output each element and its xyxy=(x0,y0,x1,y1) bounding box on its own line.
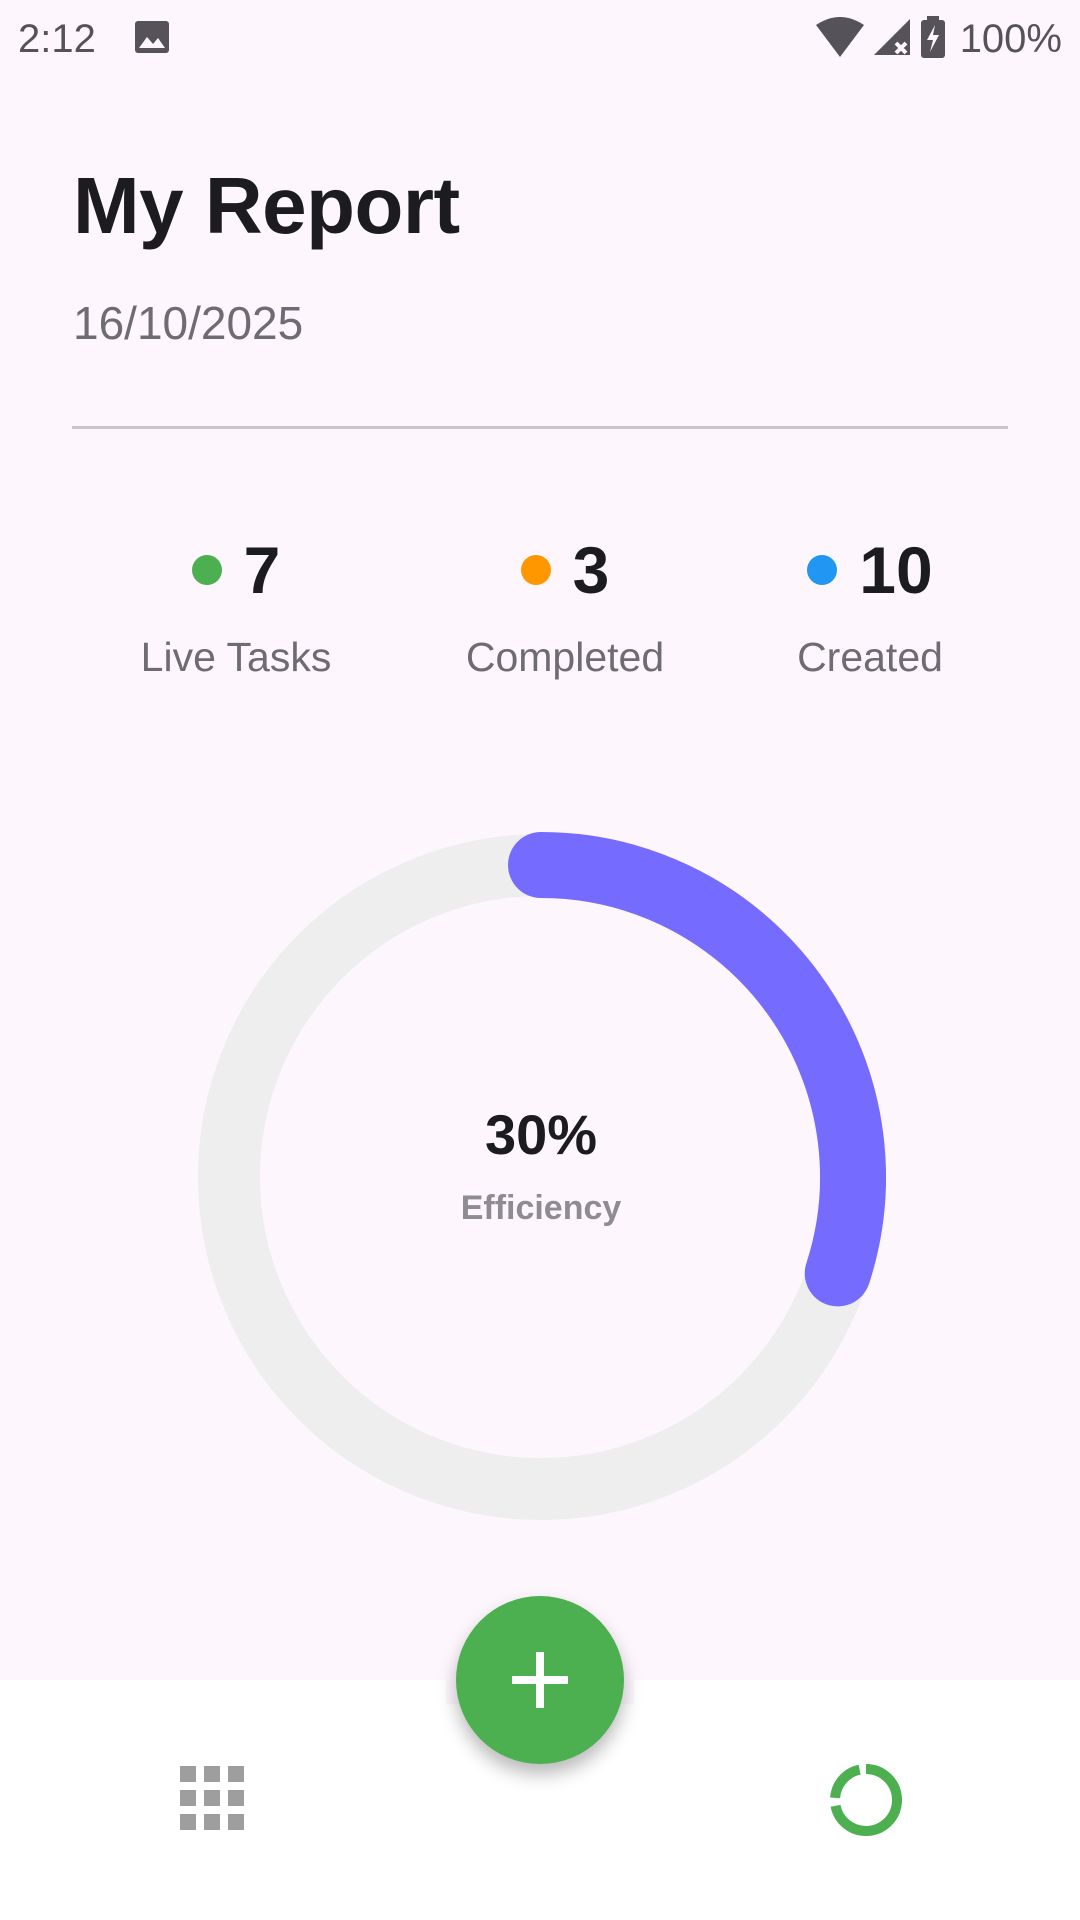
completed-dot-icon xyxy=(520,555,551,585)
signal-icon xyxy=(872,17,912,62)
efficiency-label: Efficiency xyxy=(460,1189,622,1227)
battery-charging-icon xyxy=(920,15,946,63)
efficiency-chart: 30% Efficiency xyxy=(196,832,886,1522)
report-date: 16/10/2025 xyxy=(73,297,304,349)
stat-label: Live Tasks xyxy=(140,634,332,680)
header-divider xyxy=(72,426,1008,429)
report-donut-icon[interactable] xyxy=(828,1762,904,1838)
status-bar: 2:12 100% xyxy=(0,0,1080,78)
stat-value: 10 xyxy=(859,533,933,607)
stat-completed: 3 Completed xyxy=(435,530,695,681)
report-screen: 2:12 100% My Report 16/10/2025 7 Live Ta… xyxy=(0,0,1080,1920)
stat-label: Created xyxy=(797,634,943,680)
battery-level: 100% xyxy=(959,16,1062,61)
page-title: My Report xyxy=(73,161,460,250)
live-tasks-dot-icon xyxy=(191,555,222,585)
stat-live-tasks: 7 Live Tasks xyxy=(106,530,366,681)
grid-icon[interactable] xyxy=(180,1766,244,1830)
add-task-button[interactable] xyxy=(456,1596,624,1764)
efficiency-value: 30% xyxy=(484,1103,598,1166)
stat-value: 3 xyxy=(572,533,610,607)
created-dot-icon xyxy=(807,555,838,585)
stat-label: Completed xyxy=(465,634,665,680)
plus-icon xyxy=(512,1652,568,1708)
stat-created: 10 Created xyxy=(740,530,1000,681)
status-time: 2:12 xyxy=(18,16,96,61)
stat-value: 7 xyxy=(243,533,281,607)
image-icon xyxy=(134,20,170,59)
wifi-icon xyxy=(815,16,864,62)
